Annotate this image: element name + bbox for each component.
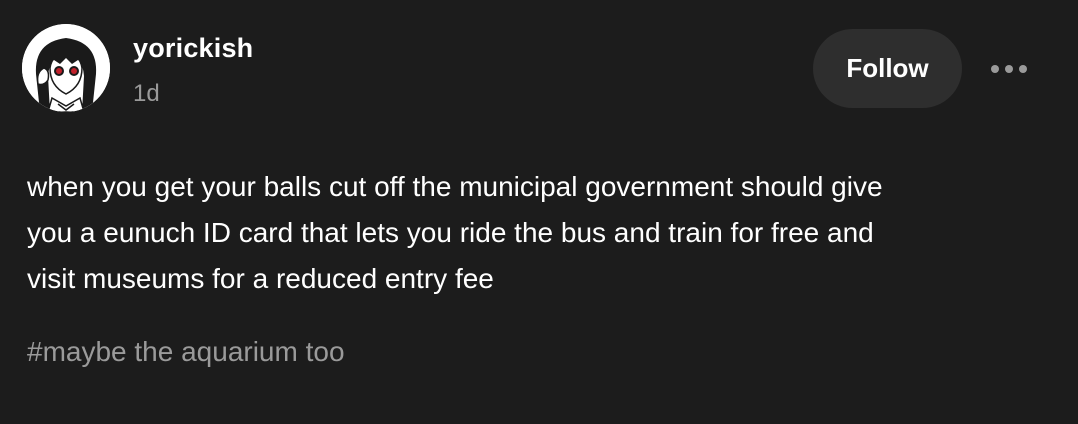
post-body-line: visit museums for a reduced entry fee: [27, 263, 494, 294]
ellipsis-icon: [991, 65, 1027, 73]
post-card: yorickish 1d Follow when you get your ba…: [0, 0, 1078, 424]
follow-button[interactable]: Follow: [813, 29, 962, 108]
post-body-line: when you get your balls cut off the muni…: [27, 171, 883, 202]
post-body: when you get your balls cut off the muni…: [27, 164, 1037, 302]
anime-girl-avatar-icon: [22, 24, 110, 112]
more-options-button[interactable]: [988, 54, 1030, 84]
post-body-line: you a eunuch ID card that lets you ride …: [27, 217, 874, 248]
username[interactable]: yorickish: [133, 33, 253, 64]
post-tag[interactable]: #maybe the aquarium too: [27, 336, 345, 368]
post-timestamp[interactable]: 1d: [133, 80, 160, 108]
avatar[interactable]: [22, 24, 110, 112]
